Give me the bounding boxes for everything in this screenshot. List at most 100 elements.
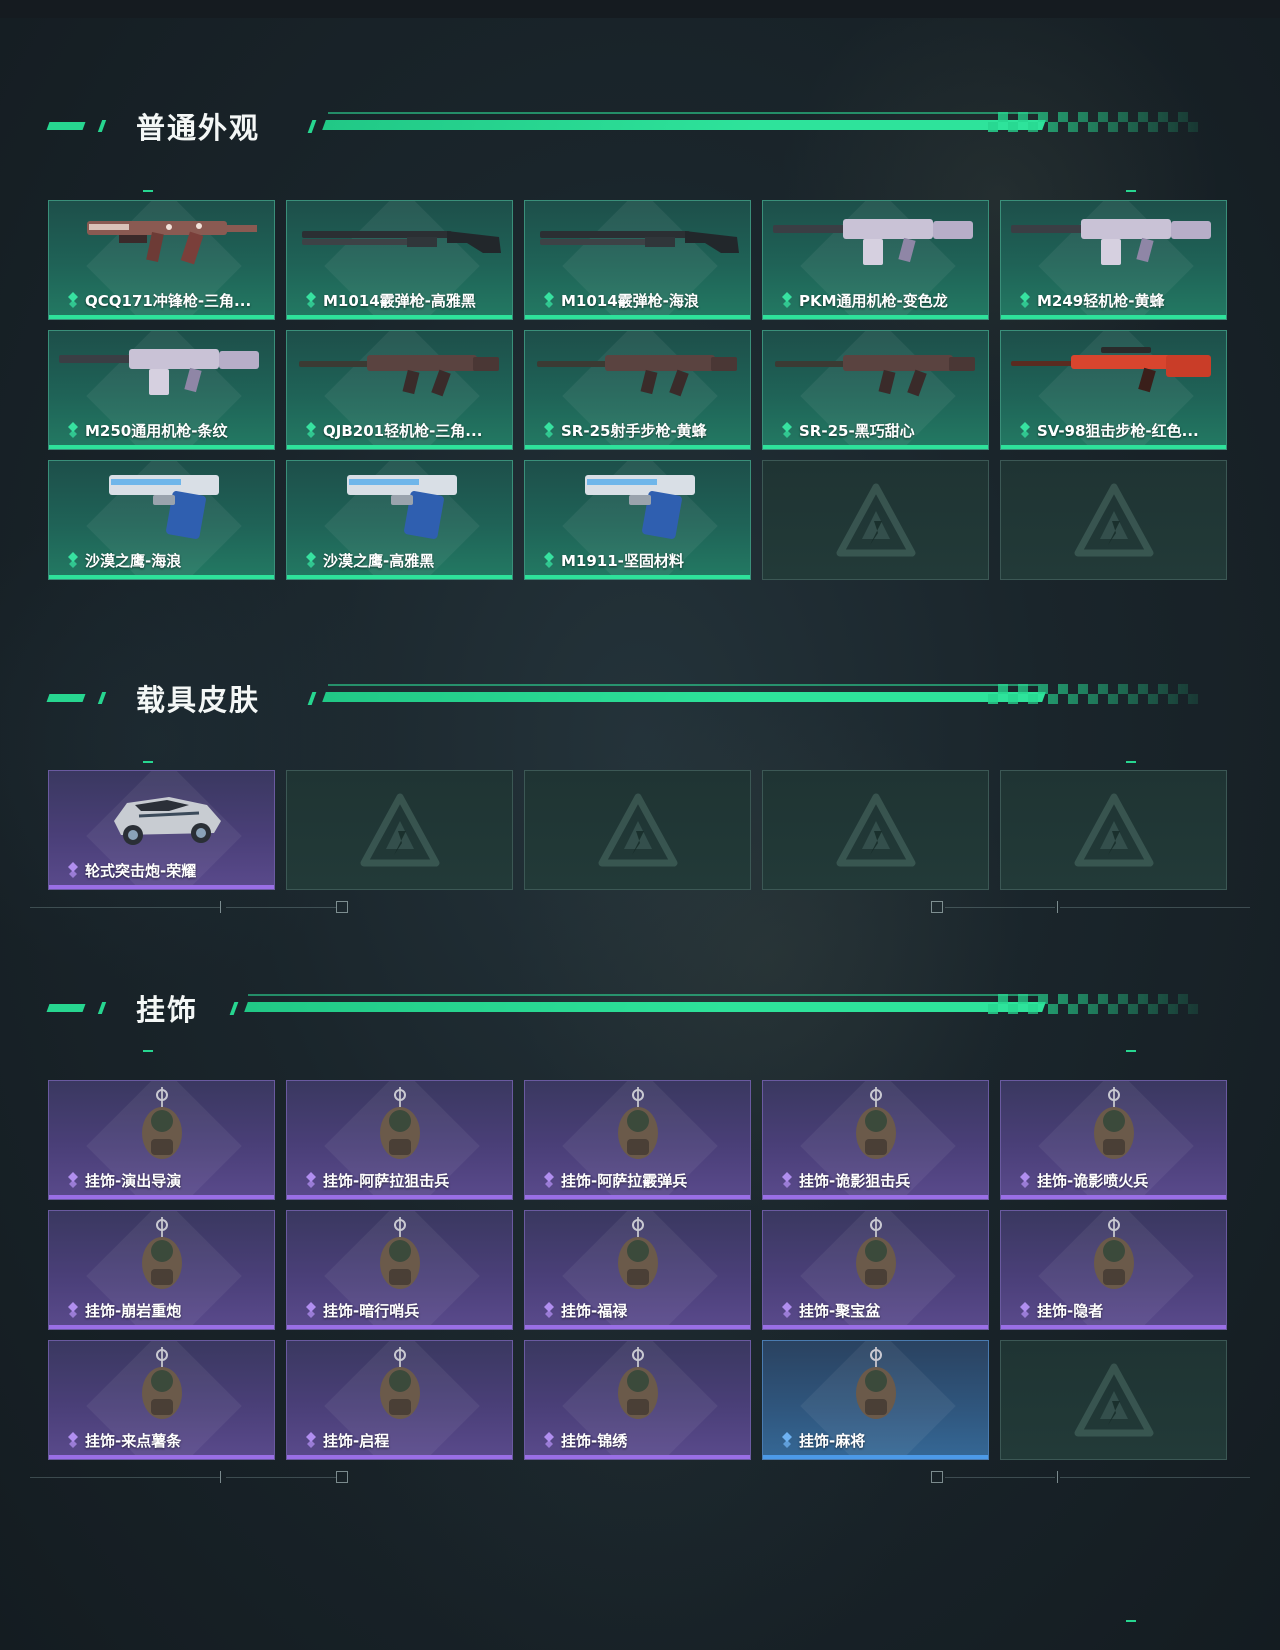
charm-icon — [763, 1211, 988, 1299]
rifle-icon — [287, 331, 512, 419]
item-label: 轮式突击炮-荣耀 — [85, 862, 197, 880]
header-accent-tick — [97, 120, 107, 132]
item-card[interactable]: 挂饰-诡影狙击兵 — [762, 1080, 989, 1200]
item-card[interactable]: 挂饰-阿萨拉狙击兵 — [286, 1080, 513, 1200]
empty-slot — [762, 770, 989, 890]
divider-tick — [1057, 1471, 1058, 1483]
header-rule-tick — [307, 692, 317, 705]
item-card[interactable]: PKM通用机枪-变色龙 — [762, 200, 989, 320]
pistol-icon — [49, 461, 274, 549]
item-label: M1911-坚固材料 — [561, 552, 684, 570]
divider-line — [945, 907, 1055, 908]
empty-slot — [1000, 770, 1227, 890]
divider-square — [336, 1471, 348, 1483]
item-card[interactable]: SR-25-黑巧甜心 — [762, 330, 989, 450]
item-label: QCQ171冲锋枪-三角... — [85, 292, 252, 310]
item-card[interactable]: 挂饰-聚宝盆 — [762, 1210, 989, 1330]
corner-marker — [143, 761, 153, 763]
section-title: 普通外观 — [136, 111, 261, 145]
header-rule-thin — [328, 684, 1038, 686]
top-strip — [0, 0, 1280, 18]
charm-icon — [49, 1211, 274, 1299]
section-header-vehicle-skins: 载具皮肤 — [46, 680, 1198, 720]
header-checker-pattern — [988, 112, 1198, 132]
header-rule — [322, 120, 1046, 130]
divider-tick — [220, 1471, 221, 1483]
item-card[interactable]: 挂饰-演出导演 — [48, 1080, 275, 1200]
header-accent-bar — [46, 1004, 86, 1012]
empty-slot — [1000, 1340, 1227, 1460]
item-label: M249轻机枪-黄蜂 — [1037, 292, 1165, 310]
divider-tick — [220, 901, 221, 913]
item-label: 沙漠之鹰-高雅黑 — [323, 552, 435, 570]
placeholder-logo-icon — [836, 793, 916, 869]
item-label: 挂饰-诡影狙击兵 — [799, 1172, 911, 1190]
item-label: 挂饰-诡影喷火兵 — [1037, 1172, 1149, 1190]
corner-marker — [1126, 1620, 1136, 1622]
corner-marker — [1126, 190, 1136, 192]
placeholder-logo-icon — [1074, 1363, 1154, 1439]
smg-icon — [49, 201, 274, 289]
item-card[interactable]: 沙漠之鹰-海浪 — [48, 460, 275, 580]
item-card[interactable]: M1911-坚固材料 — [524, 460, 751, 580]
charm-icon — [525, 1211, 750, 1299]
divider-line — [226, 907, 336, 908]
item-card[interactable]: 挂饰-诡影喷火兵 — [1000, 1080, 1227, 1200]
header-rule-thin — [328, 112, 1038, 114]
item-card[interactable]: QJB201轻机枪-三角... — [286, 330, 513, 450]
item-card[interactable]: 挂饰-崩岩重炮 — [48, 1210, 275, 1330]
empty-slot — [762, 460, 989, 580]
item-card[interactable]: M1014霰弹枪-高雅黑 — [286, 200, 513, 320]
placeholder-logo-icon — [1074, 793, 1154, 869]
item-label: 挂饰-聚宝盆 — [799, 1302, 881, 1320]
item-card[interactable]: 挂饰-福禄 — [524, 1210, 751, 1330]
divider-line — [30, 1477, 220, 1478]
divider-square — [931, 901, 943, 913]
item-label: 挂饰-崩岩重炮 — [85, 1302, 182, 1320]
machine-gun-icon — [763, 201, 988, 289]
grid-weapon-skins: QCQ171冲锋枪-三角... M1014霰弹枪-高雅黑 M1014霰弹枪-海浪 PK… — [48, 200, 1230, 580]
divider-line — [945, 1477, 1055, 1478]
divider-line — [1060, 1477, 1250, 1478]
item-label: M1014霰弹枪-高雅黑 — [323, 292, 476, 310]
item-label: 挂饰-演出导演 — [85, 1172, 182, 1190]
item-card[interactable]: 轮式突击炮-荣耀 — [48, 770, 275, 890]
item-card[interactable]: M249轻机枪-黄蜂 — [1000, 200, 1227, 320]
machine-gun-icon — [1001, 201, 1226, 289]
item-card[interactable]: QCQ171冲锋枪-三角... — [48, 200, 275, 320]
item-card[interactable]: 沙漠之鹰-高雅黑 — [286, 460, 513, 580]
item-label: PKM通用机枪-变色龙 — [799, 292, 948, 310]
header-accent-tick — [97, 692, 107, 704]
pistol-icon — [525, 461, 750, 549]
charm-icon — [1001, 1081, 1226, 1169]
item-card[interactable]: SR-25射手步枪-黄蜂 — [524, 330, 751, 450]
item-card[interactable]: 挂饰-暗行哨兵 — [286, 1210, 513, 1330]
item-card[interactable]: M250通用机枪-条纹 — [48, 330, 275, 450]
rifle-icon — [525, 331, 750, 419]
item-card[interactable]: 挂饰-启程 — [286, 1340, 513, 1460]
charm-icon — [763, 1341, 988, 1429]
section-title: 载具皮肤 — [136, 683, 261, 717]
placeholder-logo-icon — [836, 483, 916, 559]
sniper-icon — [1001, 331, 1226, 419]
charm-icon — [525, 1341, 750, 1429]
item-card[interactable]: 挂饰-隐者 — [1000, 1210, 1227, 1330]
item-card[interactable]: SV-98狙击步枪-红色... — [1000, 330, 1227, 450]
charm-icon — [1001, 1211, 1226, 1299]
charm-icon — [49, 1081, 274, 1169]
corner-marker — [1126, 1050, 1136, 1052]
item-card[interactable]: 挂饰-阿萨拉霰弹兵 — [524, 1080, 751, 1200]
placeholder-logo-icon — [1074, 483, 1154, 559]
item-card[interactable]: 挂饰-麻将 — [762, 1340, 989, 1460]
empty-slot — [286, 770, 513, 890]
section-header-weapon-skins: 普通外观 — [46, 108, 1198, 148]
header-rule — [244, 1002, 1046, 1012]
item-card[interactable]: M1014霰弹枪-海浪 — [524, 200, 751, 320]
header-rule — [322, 692, 1046, 702]
item-card[interactable]: 挂饰-来点薯条 — [48, 1340, 275, 1460]
rifle-icon — [763, 331, 988, 419]
item-label: 挂饰-暗行哨兵 — [323, 1302, 420, 1320]
header-rule-thin — [248, 994, 1038, 996]
item-card[interactable]: 挂饰-锦绣 — [524, 1340, 751, 1460]
item-label: 挂饰-麻将 — [799, 1432, 866, 1450]
